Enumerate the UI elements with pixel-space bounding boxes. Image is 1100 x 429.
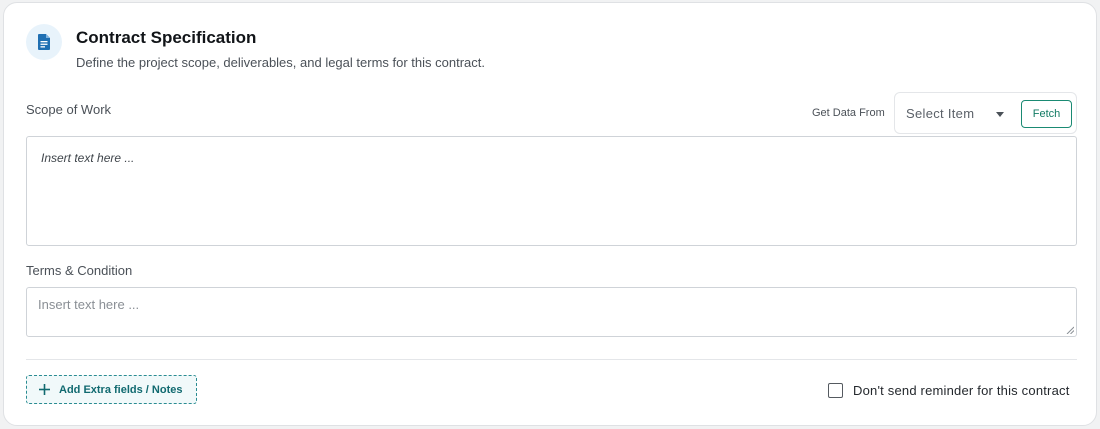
- scope-of-work-placeholder: Insert text here ...: [41, 151, 135, 165]
- scope-of-work-input[interactable]: Insert text here ...: [26, 136, 1077, 246]
- section-subtitle: Define the project scope, deliverables, …: [76, 55, 485, 70]
- reminder-checkbox[interactable]: [828, 383, 843, 398]
- section-title: Contract Specification: [76, 28, 257, 47]
- terms-condition-textarea[interactable]: Insert text here ...: [26, 287, 1077, 337]
- fetch-button[interactable]: Fetch: [1021, 100, 1072, 128]
- add-extra-fields-label: Add Extra fields / Notes: [59, 383, 183, 396]
- terms-condition-placeholder: Insert text here ...: [38, 297, 140, 312]
- document-icon: [26, 24, 62, 60]
- resize-handle-icon[interactable]: [1066, 326, 1074, 334]
- item-select[interactable]: Select Item: [895, 93, 1015, 133]
- scope-of-work-label: Scope of Work: [26, 102, 112, 117]
- reminder-label[interactable]: Don't send reminder for this contract: [853, 383, 1070, 398]
- get-data-from-label: Get Data From: [812, 107, 885, 119]
- dropdown-caret-icon: [996, 112, 1004, 117]
- add-extra-fields-button[interactable]: Add Extra fields / Notes: [26, 375, 197, 404]
- plus-icon: [39, 384, 50, 395]
- terms-condition-label: Terms & Condition: [26, 263, 133, 278]
- item-select-value: Select Item: [906, 106, 975, 121]
- section-divider: [26, 359, 1077, 360]
- reminder-option: Don't send reminder for this contract: [828, 383, 1070, 398]
- contract-spec-card: Contract Specification Define the projec…: [3, 2, 1097, 426]
- get-data-select-group: Select Item Fetch: [894, 92, 1077, 134]
